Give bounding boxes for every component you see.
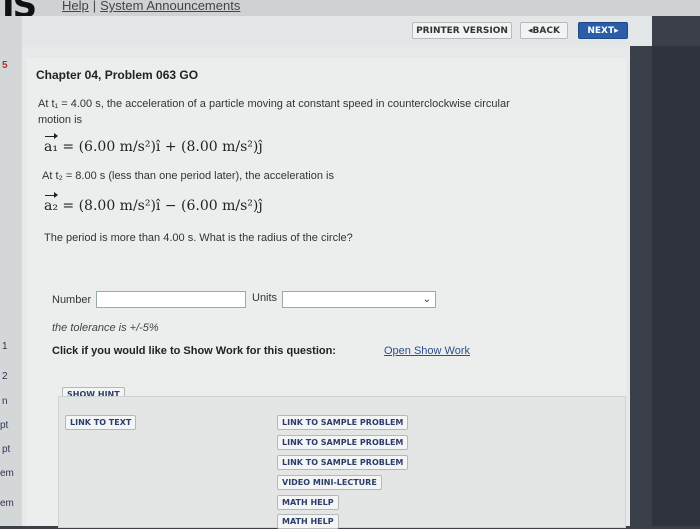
left-item[interactable]: em — [0, 468, 14, 479]
problem-content: Chapter 04, Problem 063 GO At t₁ = 4.00 … — [26, 58, 626, 529]
math-help-button-1[interactable]: MATH HELP — [277, 495, 339, 510]
math-help-button-2[interactable]: MATH HELP — [277, 514, 339, 529]
next-button[interactable]: NEXT▸ — [578, 22, 628, 39]
left-item[interactable]: n — [2, 396, 8, 407]
top-bar: JS Help | System Announcements — [0, 0, 700, 26]
printer-version-button[interactable]: PRINTER VERSION — [412, 22, 512, 39]
number-label: Number — [52, 294, 92, 306]
sample-problem-button-3[interactable]: LINK TO SAMPLE PROBLEM — [277, 455, 409, 470]
equation-a1: a₁ = (6.00 m/s²)î + (8.00 m/s²)ĵ — [44, 133, 263, 155]
link-to-text-button[interactable]: LINK TO TEXT — [65, 415, 137, 430]
system-announcements-link[interactable]: System Announcements — [100, 0, 240, 12]
left-assignment-strip: 5 1 2 n pt pt em em — [0, 16, 22, 526]
problem-panel: Chapter 04, Problem 063 GO At t₁ = 4.00 … — [22, 46, 630, 529]
left-item[interactable]: 5 — [2, 60, 8, 71]
sample-problem-button-1[interactable]: LINK TO SAMPLE PROBLEM — [277, 415, 409, 430]
problem-intro-line2: motion is — [38, 114, 83, 126]
problem-intro-line1: At t₁ = 4.00 s, the acceleration of a pa… — [38, 98, 510, 110]
header-separator: | — [92, 0, 97, 13]
problem-nav-bar: PRINTER VERSION ◂BACK NEXT▸ — [22, 16, 652, 46]
vector-a2: a₂ — [44, 192, 58, 214]
left-item[interactable]: 2 — [2, 371, 8, 382]
units-select[interactable]: ⌄ — [282, 291, 436, 308]
left-item[interactable]: pt — [0, 420, 8, 431]
left-item[interactable]: em — [0, 498, 14, 509]
number-input[interactable] — [96, 291, 246, 308]
problem-question: The period is more than 4.00 s. What is … — [44, 232, 353, 244]
equation-a1-rhs: = (6.00 m/s²)î + (8.00 m/s²)ĵ — [57, 139, 263, 155]
left-item[interactable]: pt — [2, 444, 10, 455]
back-button[interactable]: ◂BACK — [520, 22, 568, 39]
right-margin — [652, 46, 700, 526]
problem-title: Chapter 04, Problem 063 GO — [36, 68, 199, 82]
problem-line2: At t₂ = 8.00 s (less than one period lat… — [42, 170, 334, 182]
left-item[interactable]: 1 — [2, 341, 8, 352]
chevron-down-icon: ⌄ — [422, 294, 431, 305]
tolerance-note: the tolerance is +/-5% — [52, 322, 159, 334]
sample-problem-button-2[interactable]: LINK TO SAMPLE PROBLEM — [277, 435, 409, 450]
vector-a1: a₁ — [44, 133, 58, 155]
header-links: Help | System Announcements — [62, 0, 240, 13]
open-show-work-link[interactable]: Open Show Work — [384, 345, 470, 357]
units-label: Units — [252, 292, 278, 304]
resources-box: LINK TO TEXT LINK TO SAMPLE PROBLEM LINK… — [58, 396, 626, 529]
video-mini-lecture-button[interactable]: VIDEO MINI-LECTURE — [277, 475, 382, 490]
show-work-prompt: Click if you would like to Show Work for… — [52, 345, 336, 357]
equation-a2-rhs: = (8.00 m/s²)î − (6.00 m/s²)ĵ — [57, 198, 263, 214]
equation-a2: a₂ = (8.00 m/s²)î − (6.00 m/s²)ĵ — [44, 192, 263, 214]
help-link[interactable]: Help — [62, 0, 89, 12]
